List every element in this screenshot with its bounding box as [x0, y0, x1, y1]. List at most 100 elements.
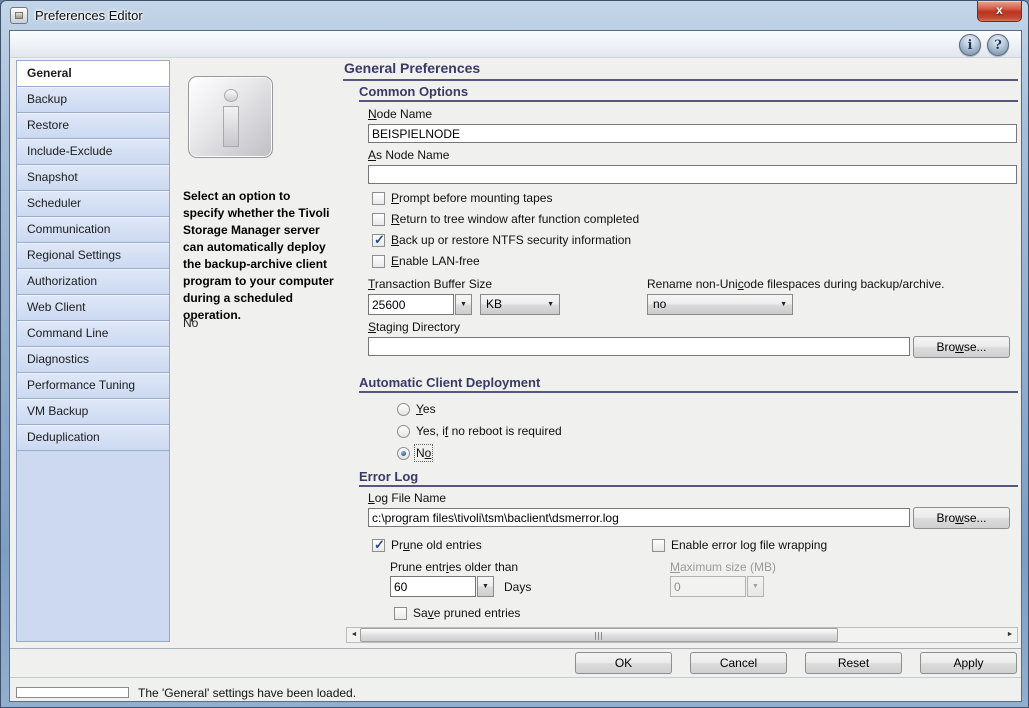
checkbox-error-log-wrapping[interactable]: Enable error log file wrapping [652, 538, 827, 552]
radio-label: Yes [416, 402, 436, 416]
log-file-browse-button[interactable]: Browse... [913, 507, 1010, 529]
main-area: General Backup Restore Include-Exclude S… [10, 58, 1021, 648]
section-error-log: Error Log [359, 469, 418, 484]
title-bar[interactable]: Preferences Editor x [1, 1, 1028, 30]
section-divider [359, 100, 1018, 102]
staging-directory-label: Staging Directory [368, 320, 460, 334]
sidebar-item-include-exclude[interactable]: Include-Exclude [17, 139, 169, 165]
sidebar-item-communication[interactable]: Communication [17, 217, 169, 243]
status-message: The 'General' settings have been loaded. [138, 686, 356, 700]
checkbox-label: Save pruned entries [413, 606, 520, 620]
staging-directory-input[interactable] [368, 337, 910, 356]
window-body: i ? General Backup Restore Include-Exclu… [9, 30, 1022, 702]
node-name-input[interactable] [368, 124, 1017, 143]
maximum-size-combo: ▼ [670, 576, 764, 597]
sidebar-tabs: General Backup Restore Include-Exclude S… [16, 60, 170, 642]
checkbox-enable-lan-free[interactable]: Enable LAN-free [372, 254, 480, 268]
radio-deploy-no[interactable]: No [397, 446, 431, 460]
transaction-buffer-size-label: Transaction Buffer Size [368, 277, 492, 291]
sidebar-item-authorization[interactable]: Authorization [17, 269, 169, 295]
sidebar-item-backup[interactable]: Backup [17, 87, 169, 113]
chevron-down-icon[interactable]: ▼ [477, 576, 494, 597]
preferences-editor-window: Preferences Editor x i ? General Backup … [0, 0, 1029, 708]
checkbox-label: Prompt before mounting tapes [391, 191, 552, 205]
info-panel-value: No [183, 316, 198, 330]
radio-label: No [416, 446, 431, 460]
apply-button[interactable]: Apply [920, 652, 1017, 674]
ok-button[interactable]: OK [575, 652, 672, 674]
help-icon[interactable]: ? [987, 34, 1009, 56]
checkbox-box[interactable] [652, 539, 665, 552]
sidebar-item-scheduler[interactable]: Scheduler [17, 191, 169, 217]
checkbox-box[interactable] [394, 607, 407, 620]
sidebar-item-snapshot[interactable]: Snapshot [17, 165, 169, 191]
app-icon [10, 7, 28, 24]
sidebar-item-web-client[interactable]: Web Client [17, 295, 169, 321]
page-title: General Preferences [344, 60, 480, 76]
button-bar: OK Cancel Reset Apply [10, 648, 1021, 677]
scroll-left-icon[interactable]: ◄ [347, 628, 361, 642]
checkbox-label: Prune old entries [391, 538, 482, 552]
sidebar-item-regional-settings[interactable]: Regional Settings [17, 243, 169, 269]
scroll-right-icon[interactable]: ► [1003, 628, 1017, 642]
sidebar-item-performance-tuning[interactable]: Performance Tuning [17, 373, 169, 399]
transaction-buffer-size-combo[interactable]: ▼ [368, 294, 472, 315]
log-file-name-input[interactable] [368, 508, 910, 527]
checkbox-ntfs-security[interactable]: Back up or restore NTFS security informa… [372, 233, 631, 247]
section-divider [359, 391, 1018, 393]
checkbox-label: Enable LAN-free [391, 254, 480, 268]
window-title: Preferences Editor [35, 8, 143, 23]
status-bar: The 'General' settings have been loaded. [10, 677, 1021, 701]
prune-older-than-label: Prune entries older than [390, 560, 518, 574]
chevron-down-icon: ▼ [780, 295, 787, 315]
checkbox-prompt-mount-tapes[interactable]: Prompt before mounting tapes [372, 191, 552, 205]
reset-button[interactable]: Reset [805, 652, 902, 674]
section-automatic-client-deployment: Automatic Client Deployment [359, 375, 540, 390]
checkbox-label: Return to tree window after function com… [391, 212, 639, 226]
sidebar-item-deduplication[interactable]: Deduplication [17, 425, 169, 451]
days-unit-label: Days [504, 580, 531, 594]
chevron-down-icon: ▼ [747, 576, 764, 597]
checkbox-box[interactable] [372, 539, 385, 552]
radio-deploy-yes-no-reboot[interactable]: Yes, if no reboot is required [397, 424, 562, 438]
info-icon[interactable]: i [959, 34, 981, 56]
prune-days-input[interactable] [390, 576, 476, 597]
sidebar-item-general[interactable]: General [17, 61, 169, 87]
checkbox-box[interactable] [372, 255, 385, 268]
buffer-unit-dropdown[interactable]: KB ▼ [480, 294, 560, 315]
scrollbar-grip [595, 632, 604, 640]
horizontal-scrollbar[interactable]: ◄ ► [346, 627, 1018, 643]
close-button[interactable]: x [977, 1, 1022, 22]
checkbox-label: Enable error log file wrapping [671, 538, 827, 552]
radio-dot[interactable] [397, 447, 410, 460]
sidebar-item-restore[interactable]: Restore [17, 113, 169, 139]
radio-dot[interactable] [397, 403, 410, 416]
checkbox-prune-old-entries[interactable]: Prune old entries [372, 538, 482, 552]
checkbox-save-pruned-entries[interactable]: Save pruned entries [394, 606, 520, 620]
as-node-name-label: As Node Name [368, 148, 449, 162]
checkbox-box[interactable] [372, 192, 385, 205]
sidebar-item-diagnostics[interactable]: Diagnostics [17, 347, 169, 373]
radio-deploy-yes[interactable]: Yes [397, 402, 436, 416]
information-icon [188, 76, 273, 158]
toolbar: i ? [10, 31, 1021, 58]
as-node-name-input[interactable] [368, 165, 1017, 184]
transaction-buffer-size-input[interactable] [368, 294, 454, 315]
radio-dot[interactable] [397, 425, 410, 438]
prune-days-combo[interactable]: ▼ [390, 576, 494, 597]
staging-browse-button[interactable]: Browse... [913, 336, 1010, 358]
chevron-down-icon: ▼ [547, 295, 554, 315]
title-divider [343, 79, 1018, 81]
sidebar-item-command-line[interactable]: Command Line [17, 321, 169, 347]
maximum-size-label: Maximum size (MB) [670, 560, 776, 574]
cancel-button[interactable]: Cancel [690, 652, 787, 674]
chevron-down-icon[interactable]: ▼ [455, 294, 472, 315]
rename-unicode-dropdown[interactable]: no ▼ [647, 294, 793, 315]
checkbox-return-tree-window[interactable]: Return to tree window after function com… [372, 212, 639, 226]
checkbox-box[interactable] [372, 234, 385, 247]
scrollbar-thumb[interactable] [360, 628, 838, 642]
sidebar-item-vm-backup[interactable]: VM Backup [17, 399, 169, 425]
general-preferences-panel: General Preferences Common Options Node … [342, 58, 1018, 648]
checkbox-box[interactable] [372, 213, 385, 226]
section-divider [359, 485, 1018, 487]
